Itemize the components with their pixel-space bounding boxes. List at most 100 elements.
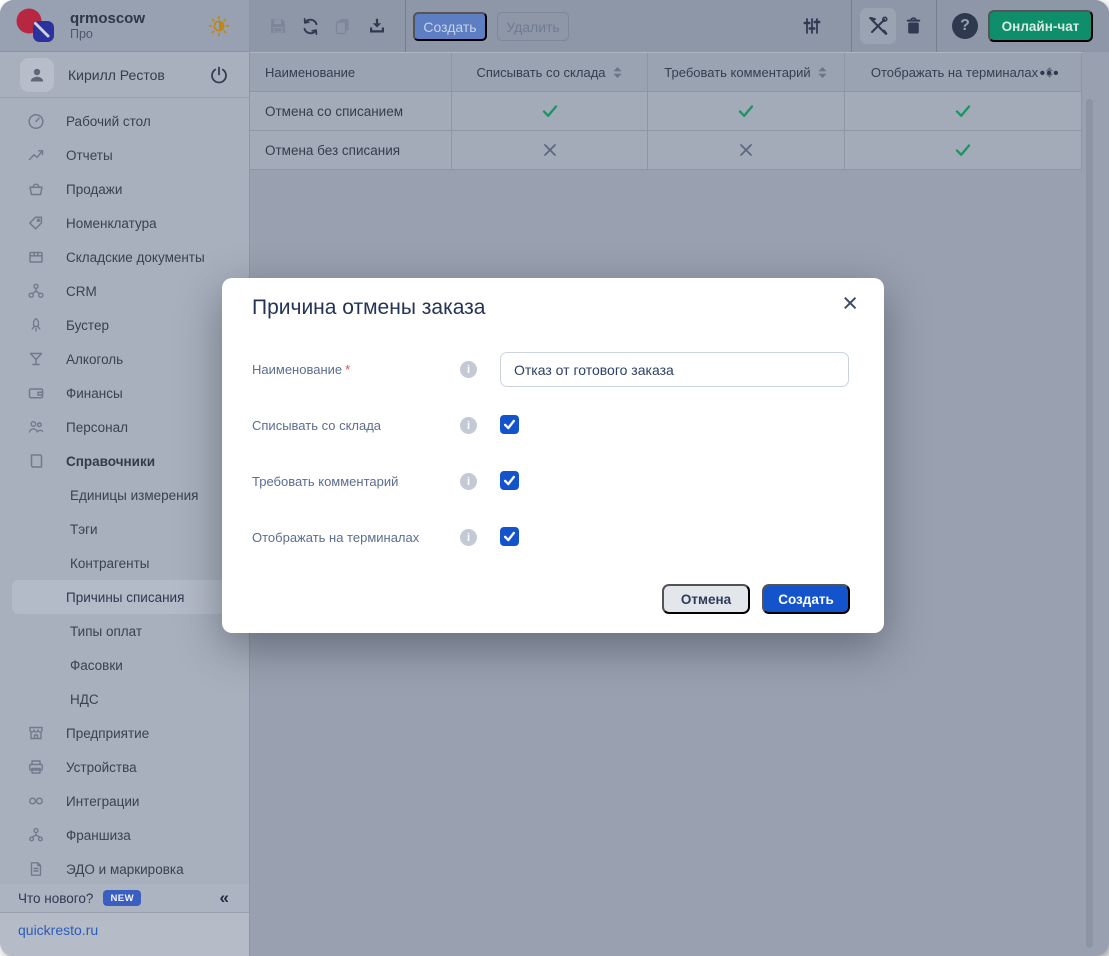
- sidebar-item-franchise[interactable]: Франшиза: [0, 818, 249, 852]
- info-icon[interactable]: i: [460, 529, 477, 546]
- logout-icon[interactable]: [209, 65, 229, 85]
- sidebar-item-units[interactable]: Единицы измерения: [0, 478, 249, 512]
- cell-terminals: [845, 131, 1082, 169]
- dashboard-icon: [27, 112, 45, 130]
- sidebar-item-tags[interactable]: Тэги: [0, 512, 249, 546]
- column-header-writeoff[interactable]: Списывать со склада: [452, 53, 648, 91]
- sidebar-item-devices[interactable]: Устройства: [0, 750, 249, 784]
- workspace-name: qrmoscow: [70, 10, 207, 27]
- edo-icon: [27, 860, 45, 878]
- writeoff-checkbox[interactable]: [500, 415, 519, 434]
- submit-button[interactable]: Создать: [762, 584, 850, 614]
- vertical-scrollbar[interactable]: [1086, 99, 1093, 948]
- theme-toggle-icon[interactable]: [207, 14, 231, 38]
- quickresto-logo-icon: [14, 6, 58, 46]
- check-icon: [954, 141, 972, 159]
- crm-icon: [27, 282, 45, 300]
- sidebar-item-integrations[interactable]: Интеграции: [0, 784, 249, 818]
- cell-comment: [648, 92, 845, 130]
- sidebar-item-nomenclature[interactable]: Номенклатура: [0, 206, 249, 240]
- field-label-name: Наименование*: [252, 362, 350, 377]
- field-label-comment: Требовать комментарий: [252, 474, 398, 489]
- toolbar-separator: [936, 0, 937, 52]
- check-icon: [954, 102, 972, 120]
- sidebar-item-contractors[interactable]: Контрагенты: [0, 546, 249, 580]
- required-mark: *: [345, 362, 350, 377]
- table-row[interactable]: Отмена со списанием: [250, 92, 1082, 131]
- sidebar-item-alcohol[interactable]: Алкоголь: [0, 342, 249, 376]
- delete-button[interactable]: Удалить: [497, 12, 569, 41]
- toolbar: Создать Удалить ? Онлайн-чат: [250, 0, 1109, 52]
- check-icon: [541, 102, 559, 120]
- sidebar-item-finance[interactable]: Финансы: [0, 376, 249, 410]
- directories-icon: [27, 452, 45, 470]
- modal-create-cancel-reason: Причина отмены заказа × Наименование* i …: [222, 278, 884, 633]
- sidebar-item-booster[interactable]: Бустер: [0, 308, 249, 342]
- name-input[interactable]: [500, 352, 849, 387]
- info-icon[interactable]: i: [460, 417, 477, 434]
- sort-icon[interactable]: [612, 65, 623, 80]
- sidebar-item-dashboard[interactable]: Рабочий стол: [0, 104, 249, 138]
- cell-terminals: [845, 92, 1082, 130]
- site-row: quickresto.ru: [0, 912, 249, 956]
- save-icon[interactable]: [265, 13, 291, 39]
- sidebar-item-reports[interactable]: Отчеты: [0, 138, 249, 172]
- plan-label: Про: [70, 27, 207, 41]
- collapse-sidebar-icon[interactable]: «: [220, 888, 229, 908]
- column-settings-icon[interactable]: •••: [1040, 53, 1060, 93]
- staff-icon: [27, 418, 45, 436]
- enterprise-icon: [27, 724, 45, 742]
- check-icon: [502, 529, 517, 544]
- filters-icon[interactable]: [799, 13, 825, 39]
- toolbar-separator: [851, 0, 852, 52]
- info-icon[interactable]: i: [460, 361, 477, 378]
- sidebar-item-vat[interactable]: НДС: [0, 682, 249, 716]
- sidebar: qrmoscow Про Кир: [0, 0, 250, 956]
- table-row[interactable]: Отмена без списания: [250, 131, 1082, 170]
- whats-new-link[interactable]: Что нового?: [18, 891, 93, 906]
- x-icon: [542, 142, 558, 158]
- sidebar-item-enterprise[interactable]: Предприятие: [0, 716, 249, 750]
- integrations-icon: [27, 792, 45, 810]
- toolbar-separator: [405, 0, 406, 52]
- online-chat-button[interactable]: Онлайн-чат: [988, 10, 1093, 42]
- sort-icon[interactable]: [817, 65, 828, 80]
- tools-button[interactable]: [860, 8, 896, 44]
- new-badge: NEW: [103, 890, 141, 906]
- refresh-icon[interactable]: [297, 13, 323, 39]
- create-button[interactable]: Создать: [413, 12, 487, 41]
- avatar: [20, 58, 54, 92]
- info-icon[interactable]: i: [460, 473, 477, 490]
- cell-writeoff: [452, 131, 648, 169]
- close-icon[interactable]: ×: [838, 286, 862, 321]
- copy-icon[interactable]: [330, 13, 356, 39]
- column-header-name[interactable]: Наименование: [250, 53, 452, 91]
- sidebar-item-warehouse-docs[interactable]: Складские документы: [0, 240, 249, 274]
- nomenclature-icon: [27, 214, 45, 232]
- user-row[interactable]: Кирилл Рестов: [0, 52, 249, 98]
- sidebar-item-staff[interactable]: Персонал: [0, 410, 249, 444]
- comment-checkbox[interactable]: [500, 471, 519, 490]
- app-window: qrmoscow Про Кир: [0, 0, 1109, 956]
- row-name: Отмена со списанием: [265, 104, 403, 119]
- sidebar-item-packagings[interactable]: Фасовки: [0, 648, 249, 682]
- sidebar-item-sales[interactable]: Продажи: [0, 172, 249, 206]
- field-label-terminals: Отображать на терминалах: [252, 530, 419, 545]
- trash-icon[interactable]: [900, 13, 926, 39]
- download-icon[interactable]: [364, 13, 390, 39]
- writeoff-reasons-table: Наименование Списывать со склада Требова…: [250, 52, 1082, 170]
- cancel-button[interactable]: Отмена: [662, 584, 750, 614]
- warehouse-icon: [27, 248, 45, 266]
- sidebar-item-crm[interactable]: CRM: [0, 274, 249, 308]
- sidebar-item-directories[interactable]: Справочники: [0, 444, 249, 478]
- sidebar-item-edo[interactable]: ЭДО и маркировка: [0, 852, 249, 884]
- help-icon[interactable]: ?: [952, 13, 978, 39]
- quickresto-link[interactable]: quickresto.ru: [18, 922, 98, 938]
- workspace-header[interactable]: qrmoscow Про: [0, 0, 249, 52]
- sidebar-item-writeoff-reasons[interactable]: Причины списания: [12, 580, 245, 614]
- row-name: Отмена без списания: [265, 143, 400, 158]
- terminals-checkbox[interactable]: [500, 527, 519, 546]
- sidebar-item-payment-types[interactable]: Типы оплат: [0, 614, 249, 648]
- column-header-comment[interactable]: Требовать комментарий: [648, 53, 845, 91]
- whats-new-row: Что нового? NEW «: [0, 884, 249, 912]
